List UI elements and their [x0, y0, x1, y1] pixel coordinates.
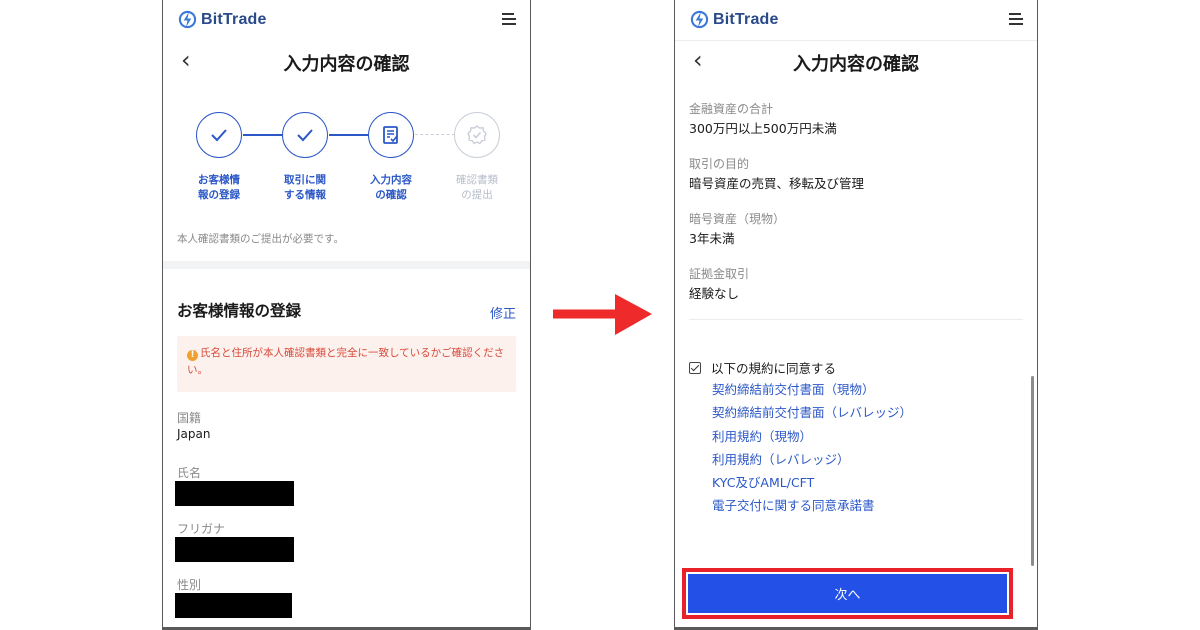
margin-trading-value: 経験なし [689, 286, 740, 301]
section-divider [163, 261, 530, 269]
term-link-terms-spot[interactable]: 利用規約（現物） [712, 428, 912, 451]
next-button[interactable]: 次へ [688, 574, 1007, 613]
step-4-label: 確認書類 の提出 [456, 174, 498, 201]
step-2-check-icon [282, 112, 328, 158]
warning-text: 氏名と住所が本人確認書類と完全に一致しているかご確認ください。 [187, 347, 505, 376]
step-1-check-icon [196, 112, 242, 158]
term-link-kyc-aml[interactable]: KYC及びAML/CFT [712, 474, 912, 497]
bittrade-logo[interactable]: BitTrade [178, 10, 267, 29]
content-divider [689, 319, 1023, 320]
margin-trading-label: 証拠金取引 [689, 267, 750, 281]
furigana-label: フリガナ [177, 522, 226, 536]
brand-name: BitTrade [713, 10, 779, 28]
left-phone-screen: BitTrade ‹ 入力内容の確認 お客様情 報の登録 取引に関 する情報 入… [162, 0, 531, 630]
financial-assets-value: 300万円以上500万円未満 [689, 121, 837, 136]
step-4-badge-check-icon [454, 112, 500, 158]
right-phone-screen: BitTrade ‹ 入力内容の確認 金融資産の合計 300万円以上500万円未… [674, 0, 1038, 630]
terms-list: 契約締結前交付書面（現物） 契約締結前交付書面（レバレッジ） 利用規約（現物） … [712, 381, 912, 521]
step-1-label: お客様情 報の登録 [198, 174, 240, 201]
scrollbar[interactable] [1031, 376, 1034, 566]
name-redacted [175, 481, 294, 506]
step-3-document-icon [368, 112, 414, 158]
page-title: 入力内容の確認 [283, 54, 410, 75]
bittrade-logo-icon [178, 10, 197, 29]
right-arrow-icon [553, 294, 652, 335]
hamburger-menu-icon[interactable] [1009, 13, 1023, 28]
step-connector-pending [415, 134, 455, 135]
name-label: 氏名 [177, 466, 202, 480]
agree-terms-row[interactable]: 以下の規約に同意する [689, 358, 836, 377]
term-link-pre-contract-spot[interactable]: 契約締結前交付書面（現物） [712, 381, 912, 404]
hamburger-menu-icon[interactable] [502, 13, 516, 28]
warning-box: ! 氏名と住所が本人確認書類と完全に一致しているかご確認ください。 [177, 336, 516, 392]
nationality-value: Japan [177, 427, 211, 441]
warning-icon: ! [187, 350, 198, 361]
step-2-label: 取引に関 する情報 [284, 174, 326, 201]
edit-link[interactable]: 修正 [490, 303, 516, 322]
section-title: お客様情報の登録 [177, 302, 302, 320]
term-link-electronic-consent[interactable]: 電子交付に関する同意承諾書 [712, 497, 912, 520]
furigana-redacted [175, 537, 294, 562]
gender-label: 性別 [177, 578, 202, 592]
bittrade-logo[interactable]: BitTrade [690, 10, 779, 29]
term-link-pre-contract-leverage[interactable]: 契約締結前交付書面（レバレッジ） [712, 404, 912, 427]
gender-redacted [175, 593, 292, 618]
trading-purpose-label: 取引の目的 [689, 157, 750, 171]
next-button-highlight: 次へ [682, 568, 1013, 619]
crypto-experience-value: 3年未満 [689, 231, 735, 246]
header-divider [675, 40, 1037, 41]
step-connector [243, 134, 283, 136]
crypto-experience-label: 暗号資産（現物） [689, 212, 786, 226]
term-link-terms-leverage[interactable]: 利用規約（レバレッジ） [712, 451, 912, 474]
page-title: 入力内容の確認 [793, 54, 919, 75]
document-required-notice: 本人確認書類のご提出が必要です。 [177, 233, 344, 245]
trading-purpose-value: 暗号資産の売買、移転及び管理 [689, 176, 865, 191]
brand-name: BitTrade [201, 10, 267, 28]
financial-assets-label: 金融資産の合計 [689, 102, 774, 116]
step-3-label: 入力内容 の確認 [370, 174, 412, 201]
nationality-label: 国籍 [177, 411, 202, 425]
app-header: BitTrade [163, 0, 530, 40]
agree-checkbox[interactable] [689, 361, 701, 374]
agree-terms-label: 以下の規約に同意する [711, 361, 837, 376]
app-header: BitTrade [675, 0, 1037, 40]
step-connector [329, 134, 369, 136]
bittrade-logo-icon [690, 10, 709, 29]
